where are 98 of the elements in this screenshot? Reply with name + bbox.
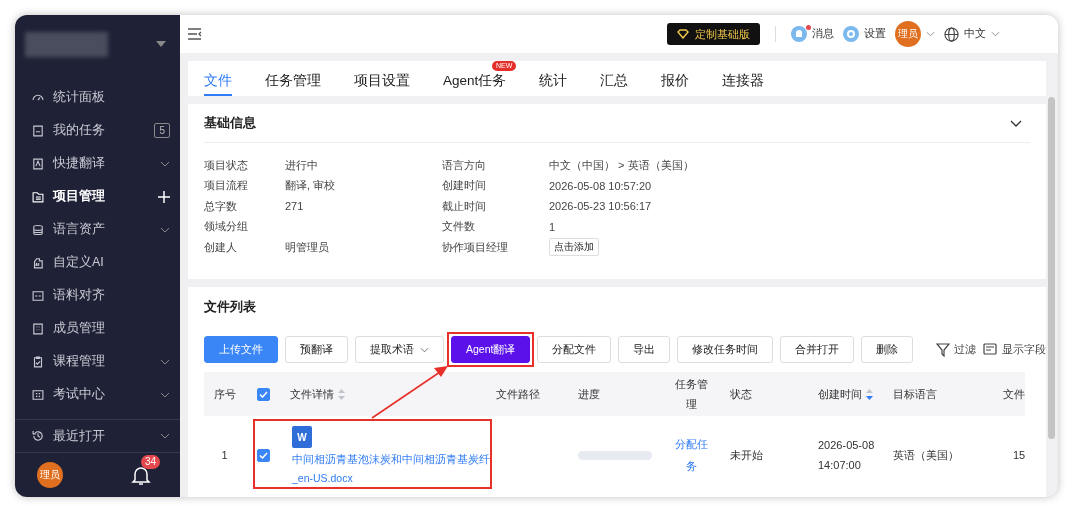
chevron-icon xyxy=(160,226,170,233)
sidebar-item[interactable]: 最近打开 xyxy=(15,419,180,453)
field-label: 项目流程 xyxy=(204,178,249,194)
scrollbar-thumb[interactable] xyxy=(1048,97,1055,439)
field-label: 创建人 xyxy=(204,239,238,255)
checkbox[interactable] xyxy=(257,387,270,401)
toolbar-button[interactable]: 合并打开 xyxy=(780,336,855,363)
diamond-icon xyxy=(677,29,689,39)
column-header: 序号 xyxy=(213,386,236,402)
chevron-icon xyxy=(991,31,1000,37)
chevron-icon xyxy=(160,358,170,365)
messages-button[interactable]: 消息 xyxy=(791,26,834,42)
sidebar-item[interactable]: 语料对齐 xyxy=(15,279,180,312)
chevron-icon xyxy=(160,433,170,439)
toolbar-button[interactable]: 上传文件 xyxy=(204,336,278,363)
sidebar-item[interactable]: 语言资产 xyxy=(15,213,180,246)
toolbar-button[interactable]: 删除 xyxy=(861,336,914,363)
plan-button[interactable]: 定制基础版 xyxy=(667,23,760,45)
add-button[interactable]: 点击添加 xyxy=(549,238,599,257)
table-cell: 英语（美国） xyxy=(893,447,959,463)
bell-icon[interactable] xyxy=(130,464,152,486)
column-header: 创建时间 xyxy=(818,386,862,402)
fields-button[interactable]: 显示字段 xyxy=(983,342,1046,357)
sidebar-item[interactable]: 考试中心 xyxy=(15,378,180,411)
field-label: 领域分组 xyxy=(204,219,249,235)
field-label: 语言方向 xyxy=(442,157,487,173)
field-value: 271 xyxy=(285,200,304,213)
field-label: 创建时间 xyxy=(442,178,487,194)
word-file-icon: W xyxy=(292,426,312,448)
sidebar-item[interactable]: 我的任务 5 xyxy=(15,114,180,147)
collapse-icon[interactable] xyxy=(1010,119,1022,127)
notification-count: 34 xyxy=(141,455,161,469)
field-label: 文件数 xyxy=(442,219,476,235)
column-header: 文件详情 xyxy=(290,386,334,402)
bell-icon xyxy=(791,26,807,42)
tab[interactable]: 汇总 xyxy=(600,72,629,96)
toolbar-button[interactable]: 修改任务时间 xyxy=(677,336,774,363)
field-value: 明管理员 xyxy=(285,239,329,255)
settings-button[interactable]: 设置 xyxy=(843,26,886,42)
file-name-link[interactable]: _en-US.docx xyxy=(292,472,353,484)
globe-icon xyxy=(944,26,959,42)
chevron-icon xyxy=(160,391,170,398)
field-label: 总字数 xyxy=(204,198,238,214)
assign-task-link[interactable]: 分配任务 xyxy=(674,433,708,477)
tab[interactable]: 文件 xyxy=(204,72,232,96)
field-label: 项目状态 xyxy=(204,157,249,173)
tab[interactable]: 统计 xyxy=(539,72,568,96)
section-title: 文件列表 xyxy=(204,298,257,316)
list-icon xyxy=(983,343,998,356)
field-value: 翻译, 审校 xyxy=(285,178,336,194)
column-header: 进度 xyxy=(578,386,600,402)
sidebar-item[interactable]: 课程管理 xyxy=(15,345,180,378)
column-header: 文件 xyxy=(1003,386,1025,402)
field-value: 2026-05-23 10:56:17 xyxy=(549,200,652,213)
table-cell: 1 xyxy=(221,449,228,461)
table-cell-text: 2026-05-08 14:07:00 xyxy=(818,438,876,473)
tab[interactable]: 报价 xyxy=(661,72,690,96)
checkbox[interactable] xyxy=(257,448,270,462)
toolbar-button[interactable]: 导出 xyxy=(618,336,671,363)
language-selector[interactable]: 中文 xyxy=(944,26,1000,42)
section-title: 基础信息 xyxy=(204,114,256,132)
count-badge: 5 xyxy=(154,123,170,138)
filter-icon xyxy=(936,342,950,357)
field-value: 2026-05-08 10:57:20 xyxy=(549,179,652,192)
chevron-icon xyxy=(160,160,170,167)
toolbar-button[interactable]: 分配文件 xyxy=(537,336,612,363)
toolbar-button[interactable]: Agent翻译 xyxy=(451,336,531,363)
column-header: 任务管理 xyxy=(674,377,708,412)
column-header: 目标语言 xyxy=(893,386,937,402)
history-icon xyxy=(31,429,45,443)
tab[interactable]: 连接器 xyxy=(722,72,765,96)
table-cell: 未开始 xyxy=(730,447,763,463)
column-header: 状态 xyxy=(730,386,752,402)
sort-icon[interactable] xyxy=(866,388,873,400)
field-label: 截止时间 xyxy=(442,198,487,214)
sidebar-item[interactable]: 快捷翻译 xyxy=(15,147,180,180)
field-label: 协作项目经理 xyxy=(442,239,509,255)
caret-icon[interactable] xyxy=(156,41,166,47)
toolbar-button[interactable]: 提取术语 xyxy=(355,336,444,363)
table-cell-text: 15 xyxy=(1012,449,1025,461)
column-header: 文件路径 xyxy=(496,386,540,402)
file-name-link[interactable]: 中间相沥青基泡沫炭和中间相沥青基炭纤 xyxy=(292,453,490,467)
tab[interactable]: 任务管理 xyxy=(265,72,321,96)
add-icon[interactable] xyxy=(158,190,170,203)
tab[interactable]: Agent任务 xyxy=(443,72,507,96)
field-value: 1 xyxy=(549,220,556,233)
toolbar-button[interactable]: 预翻译 xyxy=(285,336,348,363)
tab[interactable]: 项目设置 xyxy=(354,72,410,96)
sidebar-item[interactable]: 自定义AI xyxy=(15,246,180,279)
field-value: 中文（中国） > 英语（美国） xyxy=(549,157,694,173)
filter-button[interactable]: 过滤 xyxy=(936,342,976,357)
chevron-icon xyxy=(420,346,429,353)
sidebar-item[interactable]: 成员管理 xyxy=(15,312,180,345)
field-value: 进行中 xyxy=(285,157,318,173)
sidebar-item[interactable]: 项目管理 xyxy=(15,180,180,213)
chevron-icon[interactable] xyxy=(926,31,935,37)
sidebar-item[interactable]: 统计面板 xyxy=(15,81,180,114)
settings-icon xyxy=(843,26,859,42)
